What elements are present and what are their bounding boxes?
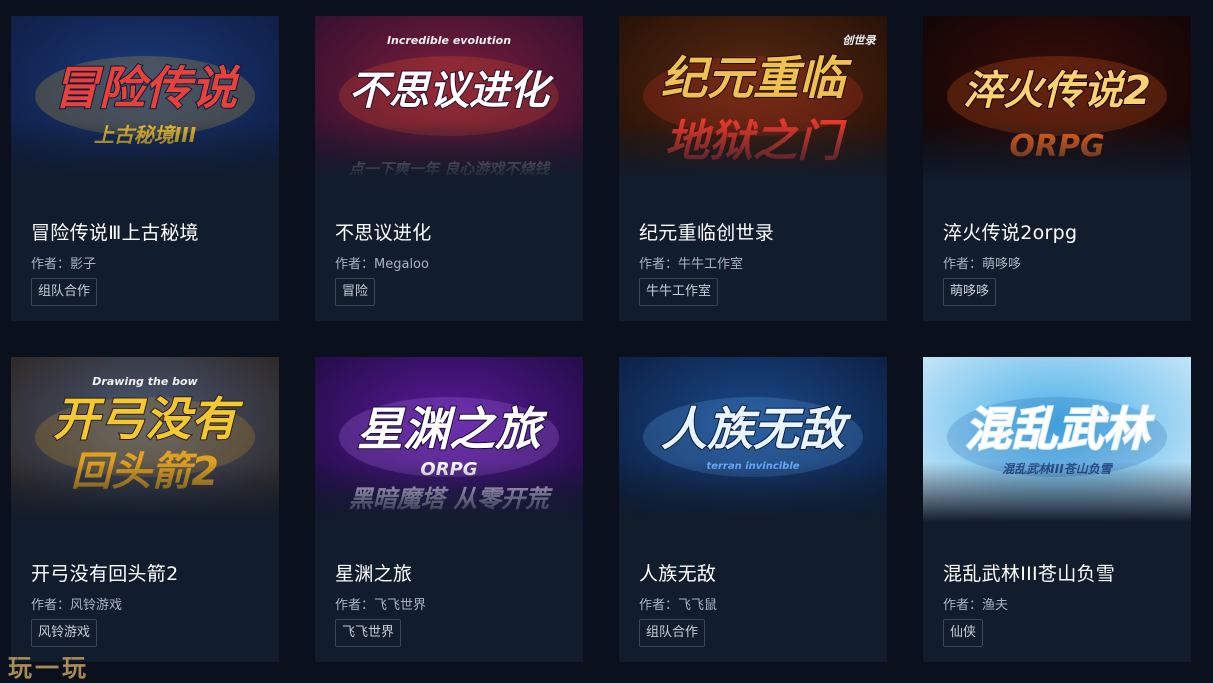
cover-extra-text: Drawing the bow (92, 375, 198, 388)
author-prefix: 作者： (335, 257, 375, 272)
author-name: 牛牛工作室 (678, 257, 744, 272)
cover-extra-text: 创世录 (843, 34, 877, 47)
author-name: 影子 (70, 257, 97, 272)
game-tag[interactable]: 冒险 (335, 278, 376, 306)
author-prefix: 作者： (31, 257, 71, 272)
game-author: 作者：影子 (31, 253, 96, 272)
author-name: 飞飞鼠 (678, 598, 718, 613)
game-title[interactable]: 人族无敌 (639, 559, 716, 586)
cover-sub-text: 黑暗魔塔 从零开荒 (349, 485, 553, 513)
game-card[interactable]: 人族无敌 terran invincible 人族无敌作者：飞飞鼠组队合作 (619, 357, 887, 662)
cover-extra-text: ORPG (420, 459, 477, 480)
game-title[interactable]: 冒险传说Ⅲ上古秘境 (31, 218, 199, 245)
game-tag[interactable]: 飞飞世界 (335, 619, 402, 647)
author-prefix: 作者： (943, 598, 983, 613)
game-author: 作者：飞飞世界 (335, 594, 426, 613)
cover-sub-text: 点一下爽一年 良心游戏不烧钱 (348, 160, 551, 178)
game-tag[interactable]: 萌哆哆 (943, 278, 997, 306)
cover-logo-text: 冒险传说 (53, 61, 241, 115)
game-cover-image[interactable]: 创世录纪元重临地狱之门 (619, 16, 887, 181)
cover-logo-text: 开弓没有 (53, 392, 244, 446)
game-title[interactable]: 纪元重临创世录 (639, 218, 774, 245)
game-author: 作者：萌哆哆 (943, 253, 1021, 272)
game-title[interactable]: 混乱武林III苍山负雪 (943, 559, 1115, 586)
game-tag[interactable]: 牛牛工作室 (639, 278, 719, 306)
author-name: 风铃游戏 (70, 598, 123, 613)
cover-logo-text: 混乱武林 (965, 402, 1155, 456)
game-tag[interactable]: 组队合作 (639, 619, 706, 647)
game-card[interactable]: 冒险传说上古秘境III 冒险传说Ⅲ上古秘境作者：影子组队合作 (11, 16, 279, 321)
author-name: 渔夫 (982, 598, 1009, 613)
game-author: 作者：风铃游戏 (31, 594, 122, 613)
author-name: Megaloo (374, 257, 429, 272)
game-title[interactable]: 星渊之旅 (335, 559, 412, 586)
cover-sub-text: 上古秘境III (94, 123, 197, 147)
cover-logo-text: 星渊之旅 (357, 402, 548, 456)
cover-logo-text: 不思议进化 (349, 68, 554, 114)
game-cover-image[interactable]: 混乱武林混乱武林III苍山负雪 (923, 357, 1191, 522)
cover-logo-text: 人族无敌 (661, 402, 852, 456)
author-name: 飞飞世界 (374, 598, 427, 613)
cover-sub-text: terran invincible (706, 461, 799, 472)
author-name: 萌哆哆 (982, 257, 1022, 272)
author-prefix: 作者： (639, 257, 679, 272)
game-cover-image[interactable]: 人族无敌 terran invincible (619, 357, 887, 522)
game-tag[interactable]: 组队合作 (31, 278, 98, 306)
game-card[interactable]: 淬火传说2 ORPG 淬火传说2orpg 作者：萌哆哆 萌哆哆 (923, 16, 1191, 321)
cover-logo-text: 淬火传说2 (963, 68, 1151, 114)
game-card[interactable]: 创世录 纪元重临 地狱之门 纪元重临创世录 作者：牛牛工作室 牛牛工作室 (619, 16, 887, 321)
cover-extra-text: Incredible evolution (387, 34, 511, 47)
author-prefix: 作者： (639, 598, 679, 613)
game-author: 作者：牛牛工作室 (639, 253, 743, 272)
game-grid: 冒险传说 上古秘境III 冒险传说Ⅲ上古秘境 作者：影子 组队合作 Incredible … (0, 0, 1213, 680)
game-cover-image[interactable]: 淬火传说2 ORPG (923, 16, 1191, 181)
game-tag[interactable]: 风铃游戏 (31, 619, 98, 647)
game-author: 作者：Megaloo (335, 253, 429, 272)
game-cover-image[interactable]: ORPG 星渊之旅黑暗魔塔 从零开荒 (315, 357, 583, 522)
game-tag[interactable]: 仙侠 (943, 619, 984, 647)
cover-logo-text: 纪元重临 (661, 51, 853, 105)
site-watermark: 玩一玩 (8, 654, 89, 682)
game-card[interactable]: ORPG 星渊之旅 黑暗魔塔 从零开荒 星渊之旅 作者：飞飞世界 飞飞世界 (315, 357, 583, 662)
cover-sub-text: 混乱武林III苍山负雪 (1002, 462, 1113, 476)
cover-sub-text: 地狱之门 (665, 116, 847, 167)
cover-sub-text: ORPG (1009, 129, 1104, 164)
game-cover-image[interactable]: 冒险传说上古秘境III (11, 16, 279, 181)
cover-sub-text: 回头箭2 (71, 449, 219, 495)
author-prefix: 作者： (943, 257, 983, 272)
game-title[interactable]: 淬火传说2orpg (943, 218, 1077, 245)
game-cover-image[interactable]: Incredible evolution 不思议进化点一下爽一年 良心游戏不烧钱 (315, 16, 583, 181)
game-author: 作者：飞飞鼠 (639, 594, 717, 613)
author-prefix: 作者： (31, 598, 71, 613)
game-cover-image[interactable]: Drawing the bow 开弓没有 回头箭2 (11, 357, 279, 522)
game-author: 作者：渔夫 (943, 594, 1008, 613)
author-prefix: 作者： (335, 598, 375, 613)
game-card[interactable]: Drawing the bow 开弓没有 回头箭2 开弓没有回头箭2 作者：风铃游戏 风铃… (11, 357, 279, 662)
game-card[interactable]: Incredible evolution 不思议进化 点一下爽一年 良心游戏不烧钱不… (315, 16, 583, 321)
game-title[interactable]: 开弓没有回头箭2 (31, 559, 179, 586)
game-card[interactable]: 混乱武林 混乱武林III苍山负雪 混乱武林III苍山负雪 作者：渔夫 仙侠 (923, 357, 1191, 662)
game-title[interactable]: 不思议进化 (335, 218, 432, 245)
